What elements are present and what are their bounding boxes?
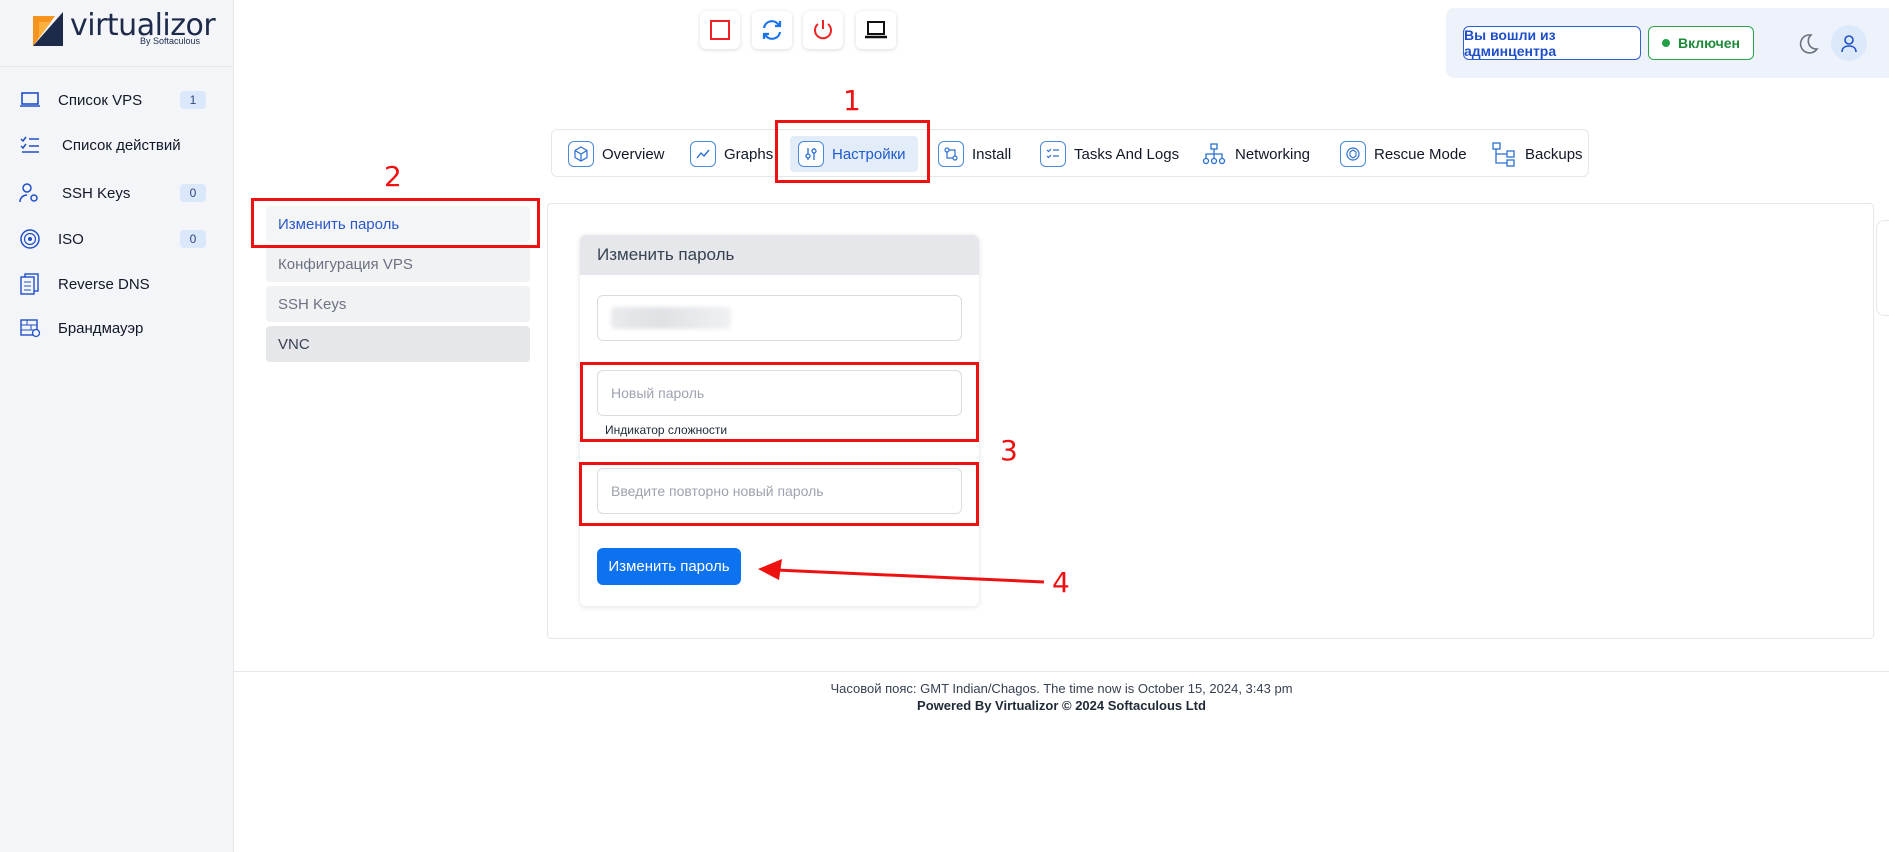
console-button[interactable] (856, 11, 896, 49)
sidebar-item-ssh-keys[interactable]: SSH Keys 0 (0, 173, 234, 213)
sidebar-item-label: Список VPS (58, 91, 143, 109)
disc-icon (18, 227, 42, 251)
annotation-box-1 (775, 120, 930, 183)
submenu-vps-configuration[interactable]: Конфигурация VPS (266, 246, 530, 282)
rescue-icon (1340, 141, 1366, 167)
console-icon (865, 21, 887, 39)
annotation-box-3a (580, 362, 979, 442)
submenu-ssh-keys[interactable]: SSH Keys (266, 286, 530, 322)
cube-icon (568, 141, 594, 167)
sidebar: virtualizor By Softaculous Список VPS 1 … (0, 0, 234, 852)
restart-button[interactable] (752, 11, 792, 49)
count-badge: 1 (180, 91, 206, 109)
dns-icon (18, 272, 42, 296)
header-actions: Вы вошли из админцентра Включен (1446, 8, 1889, 78)
firewall-icon (18, 316, 42, 340)
logo-subtitle: By Softaculous (140, 36, 201, 46)
count-badge: 0 (180, 230, 206, 248)
annotation-number-3: 3 (1000, 434, 1018, 467)
annotation-arrow-icon (758, 559, 1045, 584)
sidebar-item-iso[interactable]: ISO 0 (0, 219, 234, 259)
sidebar-item-label: Список действий (62, 136, 181, 154)
footer: Часовой пояс: GMT Indian/Chagos. The tim… (234, 681, 1889, 713)
sidebar-item-reverse-dns[interactable]: Reverse DNS (0, 264, 234, 304)
install-icon (938, 141, 964, 167)
tab-label: Backups (1525, 145, 1583, 163)
side-toggle-tab[interactable] (1876, 220, 1889, 316)
tab-label: Tasks And Logs (1074, 145, 1180, 163)
graph-icon (690, 141, 716, 167)
sidebar-item-label: Брандмауэр (58, 319, 144, 337)
checklist-icon (18, 133, 42, 157)
user-key-icon (18, 181, 42, 205)
sidebar-item-vps-list[interactable]: Список VPS 1 (0, 80, 234, 120)
annotation-number-2: 2 (384, 160, 402, 193)
sidebar-item-firewall[interactable]: Брандмауэр (0, 308, 234, 348)
stop-button[interactable] (700, 11, 740, 49)
tab-label: Networking (1235, 145, 1311, 163)
annotation-box-2 (251, 198, 540, 248)
tab-label: Graphs (724, 145, 774, 163)
admin-login-button[interactable]: Вы вошли из админцентра (1463, 26, 1641, 60)
count-badge: 0 (180, 184, 206, 202)
avatar[interactable] (1831, 25, 1867, 61)
sidebar-item-label: ISO (58, 230, 84, 248)
tab-label: Rescue Mode (1374, 145, 1467, 163)
tab-label: Overview (602, 145, 665, 163)
status-label: Включен (1678, 35, 1740, 51)
annotation-number-1: 1 (843, 84, 861, 117)
sidebar-item-label: Reverse DNS (58, 275, 150, 293)
card-title: Изменить пароль (580, 235, 979, 275)
blurred-value (611, 307, 731, 329)
tab-graphs[interactable]: Graphs (682, 136, 781, 172)
status-dot-icon (1662, 39, 1670, 47)
restart-icon (762, 20, 782, 40)
tab-label: Install (972, 145, 1012, 163)
change-password-button[interactable]: Изменить пароль (597, 548, 741, 585)
submenu-vnc[interactable]: VNC (266, 326, 530, 362)
tab-backups[interactable]: Backups (1483, 136, 1591, 172)
status-button[interactable]: Включен (1648, 26, 1754, 60)
username-field[interactable] (597, 295, 962, 341)
logo[interactable]: virtualizor By Softaculous (0, 0, 233, 67)
sidebar-item-actions[interactable]: Список действий (0, 125, 234, 165)
backups-icon (1491, 141, 1517, 167)
tab-overview[interactable]: Overview (560, 136, 673, 172)
timezone-text: Часовой пояс: GMT Indian/Chagos. The tim… (830, 681, 1293, 696)
footer-divider (234, 671, 1889, 672)
network-icon (1201, 141, 1227, 167)
stop-icon (710, 20, 730, 40)
tab-rescue-mode[interactable]: Rescue Mode (1332, 136, 1475, 172)
annotation-box-3b (579, 462, 979, 526)
laptop-icon (18, 88, 42, 112)
tab-bar: Overview Graphs Настройки Install Tasks … (551, 129, 1589, 177)
tasks-icon (1040, 141, 1066, 167)
sidebar-item-label: SSH Keys (62, 184, 131, 202)
tab-install[interactable]: Install (930, 136, 1019, 172)
tab-tasks-and-logs[interactable]: Tasks And Logs (1032, 136, 1187, 172)
tab-networking[interactable]: Networking (1193, 136, 1318, 172)
power-icon (814, 20, 832, 40)
power-button[interactable] (803, 11, 843, 49)
powered-by-text: Powered By Virtualizor © 2024 Softaculou… (917, 698, 1206, 713)
virtualizor-logo-icon (33, 12, 63, 46)
user-icon (1841, 35, 1857, 53)
moon-icon[interactable] (1796, 32, 1820, 56)
annotation-number-4: 4 (1052, 566, 1070, 599)
